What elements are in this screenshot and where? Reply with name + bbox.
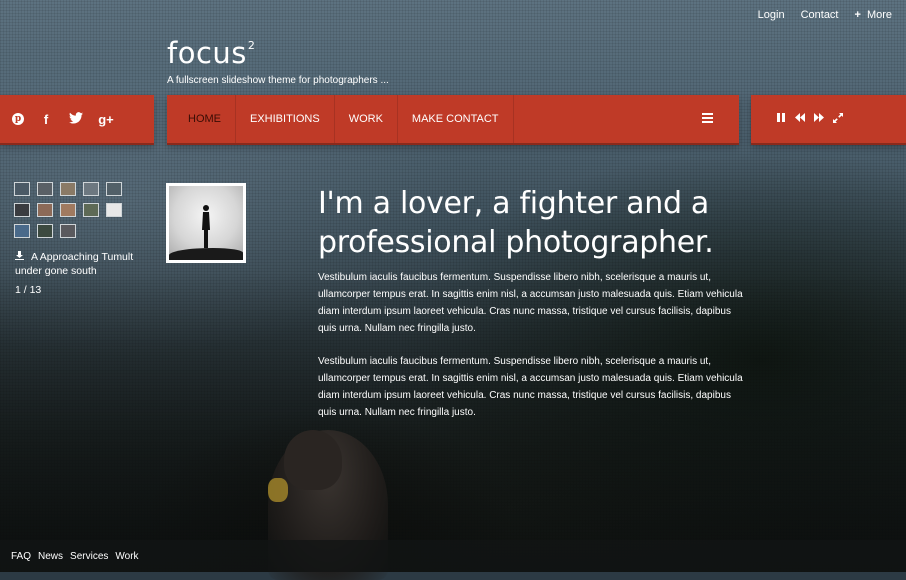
footer-link-services[interactable]: Services — [70, 551, 108, 562]
next-icon[interactable] — [814, 113, 824, 125]
thumbnail-grid — [14, 182, 122, 238]
twitter-icon[interactable] — [68, 111, 84, 127]
thumbnail[interactable] — [106, 203, 122, 217]
fullscreen-icon[interactable] — [833, 112, 843, 126]
person-silhouette — [202, 205, 210, 248]
footer-link-news[interactable]: News — [38, 551, 63, 562]
pinterest-icon[interactable]: p — [12, 113, 24, 125]
google-plus-icon[interactable]: g+ — [98, 112, 114, 127]
thumbnail[interactable] — [60, 224, 76, 238]
footer-link-faq[interactable]: FAQ — [11, 551, 31, 562]
contact-link[interactable]: Contact — [801, 9, 839, 21]
thumbnail[interactable] — [83, 203, 99, 217]
profile-image — [166, 183, 246, 263]
thumbnail[interactable] — [37, 203, 53, 217]
page-headline: I'm a lover, a fighter and a professiona… — [318, 186, 714, 260]
thumbnail[interactable] — [14, 182, 30, 196]
slide-caption: A Approaching Tumult under gone south — [15, 250, 155, 278]
download-icon[interactable] — [15, 250, 25, 264]
thumbnail[interactable] — [14, 203, 30, 217]
thumbnail[interactable] — [14, 224, 30, 238]
thumbnail[interactable] — [106, 182, 122, 196]
plus-icon: + — [854, 9, 861, 21]
slide-caption-text: A Approaching Tumult under gone south — [15, 251, 134, 277]
thumbnail[interactable] — [60, 182, 76, 196]
site-tagline: A fullscreen slideshow theme for photogr… — [167, 75, 389, 86]
thumbnail[interactable] — [60, 203, 76, 217]
main-nav: HOME EXHIBITIONS WORK MAKE CONTACT — [167, 95, 739, 143]
background-figure-glove — [268, 478, 288, 502]
nav-item-work[interactable]: WORK — [335, 95, 398, 143]
more-link[interactable]: + More — [855, 9, 893, 21]
intro-paragraph-2: Vestibulum iaculis faucibus fermentum. S… — [318, 356, 743, 418]
slideshow-controls — [751, 95, 906, 143]
nav-item-home[interactable]: HOME — [167, 95, 236, 143]
site-logo[interactable]: focus2 — [167, 36, 255, 70]
thumbnail[interactable] — [37, 224, 53, 238]
logo-superscript: 2 — [247, 39, 256, 52]
social-bar: p f g+ — [0, 95, 154, 143]
menu-icon[interactable] — [702, 113, 713, 123]
slide-counter: 1 / 13 — [15, 284, 42, 296]
facebook-icon[interactable]: f — [38, 112, 54, 127]
more-label: More — [866, 9, 892, 21]
nav-item-exhibitions[interactable]: EXHIBITIONS — [236, 95, 335, 143]
thumbnail[interactable] — [37, 182, 53, 196]
top-links: Login Contact + More — [758, 9, 892, 21]
profile-ground — [169, 248, 243, 260]
footer-link-work[interactable]: Work — [115, 551, 138, 562]
thumbnail[interactable] — [83, 182, 99, 196]
footer-nav: FAQ News Services Work — [0, 540, 906, 572]
previous-icon[interactable] — [795, 113, 805, 125]
login-link[interactable]: Login — [758, 9, 785, 21]
logo-text: focus — [167, 36, 247, 70]
nav-item-make-contact[interactable]: MAKE CONTACT — [398, 95, 514, 143]
background-figure-hood — [284, 430, 342, 490]
pause-icon[interactable] — [777, 113, 786, 125]
intro-paragraph-1: Vestibulum iaculis faucibus fermentum. S… — [318, 272, 743, 334]
